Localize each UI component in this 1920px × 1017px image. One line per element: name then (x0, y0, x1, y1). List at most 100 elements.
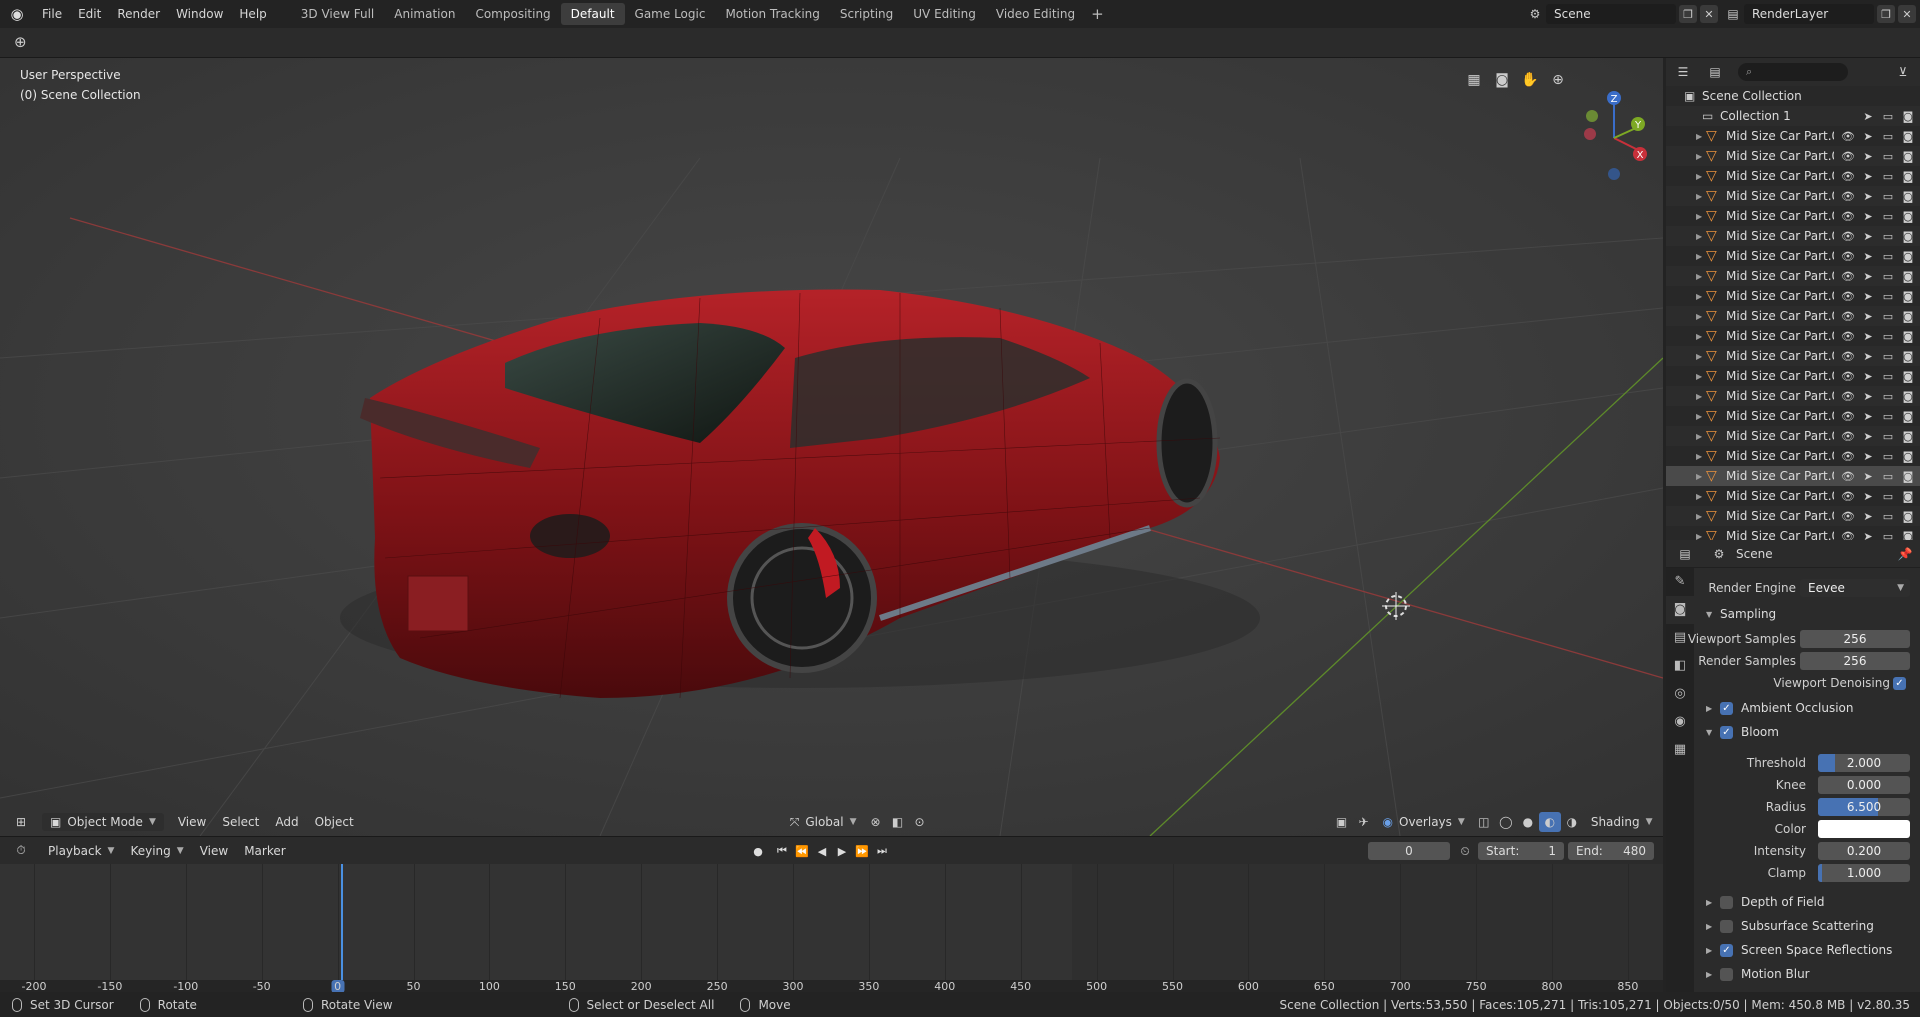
outliner-editor-icon[interactable]: ☰ (1672, 62, 1694, 82)
expand-arrow-icon[interactable]: ▶ (1696, 492, 1706, 501)
viewport-menu-add[interactable]: Add (267, 813, 306, 831)
knee-slider[interactable]: 0.000 (1818, 776, 1910, 794)
render-toggle-icon[interactable]: ◙ (1898, 390, 1918, 403)
visibility-eye-icon[interactable]: 👁 (1838, 430, 1858, 443)
grid-view-icon[interactable]: ▦ (1460, 72, 1488, 94)
visibility-eye-icon[interactable]: 👁 (1838, 370, 1858, 383)
select-toggle-icon[interactable]: ➤ (1858, 130, 1878, 143)
record-icon[interactable]: ● (748, 841, 768, 861)
viewport-samples-field[interactable]: 256 (1800, 630, 1910, 648)
menu-render[interactable]: Render (109, 0, 168, 28)
playhead[interactable] (341, 864, 343, 992)
visibility-eye-icon[interactable]: 👁 (1838, 130, 1858, 143)
expand-arrow-icon[interactable]: ▶ (1696, 292, 1706, 301)
select-toggle-icon[interactable]: ➤ (1858, 450, 1878, 463)
texture-tab-icon[interactable]: ▦ (1666, 736, 1694, 764)
outliner-item[interactable]: ▶▽ Mid Size Car Part.02 👁➤▭◙ (1666, 446, 1920, 466)
zoom-icon[interactable]: ⊕ (1544, 72, 1572, 94)
render-toggle-icon[interactable]: ◙ (1898, 190, 1918, 203)
depth-of-field-panel[interactable]: ▶ Depth of Field (1694, 891, 1920, 913)
tab-default[interactable]: Default (560, 3, 625, 25)
viewport-toggle-icon[interactable]: ▭ (1878, 130, 1898, 143)
visibility-eye-icon[interactable]: 👁 (1838, 150, 1858, 163)
new-scene-icon[interactable]: ❐ (1679, 5, 1697, 23)
outliner-item[interactable]: ▶▽ Mid Size Car Part.00 👁➤▭◙ (1666, 166, 1920, 186)
viewport-menu-view[interactable]: View (170, 813, 214, 831)
render-samples-field[interactable]: 256 (1800, 652, 1910, 670)
tool-tab-icon[interactable]: ✎ (1666, 568, 1694, 596)
visibility-eye-icon[interactable]: 👁 (1838, 230, 1858, 243)
visibility-eye-icon[interactable]: 👁 (1838, 410, 1858, 423)
tab-compositing[interactable]: Compositing (465, 3, 560, 25)
mode-dropdown[interactable]: ▣ Object Mode ▼ (42, 813, 164, 831)
end-frame-field[interactable]: End: 480 (1568, 842, 1654, 860)
visibility-eye-icon[interactable]: 👁 (1838, 510, 1858, 523)
render-toggle-icon[interactable]: ◙ (1898, 430, 1918, 443)
outliner-item[interactable]: ▶▽ Mid Size Car Part.02 👁➤▭◙ (1666, 386, 1920, 406)
tab-motion-tracking[interactable]: Motion Tracking (715, 3, 829, 25)
shading-dropdown[interactable]: Shading ▼ (1583, 813, 1661, 831)
outliner-scene-collection[interactable]: ▣ Scene Collection (1666, 86, 1920, 106)
expand-arrow-icon[interactable]: ▶ (1696, 312, 1706, 321)
play-reverse-icon[interactable]: ◀ (812, 841, 832, 861)
outliner-collection-1[interactable]: ▭ Collection 1 ➤ ▭ ◙ (1666, 106, 1920, 126)
bloom-panel[interactable]: ▼ ✓ Bloom (1694, 721, 1920, 743)
outliner-item[interactable]: ▶▽ Mid Size Car Part.02 👁➤▭◙ (1666, 346, 1920, 366)
scene-tab-icon[interactable]: ◎ (1666, 680, 1694, 708)
3d-viewport[interactable]: Z Y X User Perspective (0) Scene Collect… (0, 58, 1663, 836)
select-toggle-icon[interactable]: ➤ (1858, 470, 1878, 483)
render-toggle-icon[interactable]: ◙ (1898, 230, 1918, 243)
current-frame-field[interactable]: 0 (1368, 842, 1450, 860)
render-toggle-icon[interactable]: ◙ (1898, 110, 1918, 123)
visibility-eye-icon[interactable]: 👁 (1838, 470, 1858, 483)
viewport-toggle-icon[interactable]: ▭ (1878, 170, 1898, 183)
scene-name-field[interactable]: Scene (1546, 4, 1676, 24)
properties-editor-icon[interactable]: ▤ (1674, 544, 1696, 564)
render-toggle-icon[interactable]: ◙ (1898, 170, 1918, 183)
select-toggle-icon[interactable]: ➤ (1858, 510, 1878, 523)
play-icon[interactable]: ▶ (832, 841, 852, 861)
select-toggle-icon[interactable]: ➤ (1858, 310, 1878, 323)
render-layer-field[interactable]: RenderLayer (1744, 4, 1874, 24)
viewport-toggle-icon[interactable]: ▭ (1878, 490, 1898, 503)
outliner-item[interactable]: ▶▽ Mid Size Car Part.02 👁➤▭◙ (1666, 466, 1920, 486)
pan-hand-icon[interactable]: ✋ (1516, 72, 1544, 94)
expand-arrow-icon[interactable]: ▶ (1696, 172, 1706, 181)
outliner-item[interactable]: ▶▽ Mid Size Car Part.01 👁➤▭◙ (1666, 226, 1920, 246)
visibility-eye-icon[interactable]: 👁 (1838, 530, 1858, 541)
solid-shading-icon[interactable]: ● (1517, 812, 1539, 832)
expand-arrow-icon[interactable]: ▶ (1696, 192, 1706, 201)
viewport-menu-select[interactable]: Select (214, 813, 267, 831)
viewport-toggle-icon[interactable]: ▭ (1878, 270, 1898, 283)
timeline-menu-keying[interactable]: Keying ▼ (122, 842, 191, 860)
render-toggle-icon[interactable]: ◙ (1898, 510, 1918, 523)
viewport-toggle-icon[interactable]: ▭ (1878, 450, 1898, 463)
outliner-item[interactable]: ▶▽ Mid Size Car Part.01 👁➤▭◙ (1666, 246, 1920, 266)
expand-arrow-icon[interactable]: ▶ (1696, 512, 1706, 521)
expand-arrow-icon[interactable]: ▶ (1696, 412, 1706, 421)
intensity-slider[interactable]: 0.200 (1818, 842, 1910, 860)
ssr-panel[interactable]: ▶ ✓ Screen Space Reflections (1694, 939, 1920, 961)
select-toggle-icon[interactable]: ➤ (1858, 250, 1878, 263)
visibility-eye-icon[interactable]: 👁 (1838, 190, 1858, 203)
select-toggle-icon[interactable]: ➤ (1858, 110, 1878, 123)
visibility-eye-icon[interactable]: 👁 (1838, 210, 1858, 223)
overlays-dropdown[interactable]: ◉ Overlays ▼ (1375, 813, 1473, 831)
timeline-menu-view[interactable]: View (192, 842, 236, 860)
viewport-toggle-icon[interactable]: ▭ (1878, 210, 1898, 223)
render-toggle-icon[interactable]: ◙ (1898, 370, 1918, 383)
select-toggle-icon[interactable]: ➤ (1858, 170, 1878, 183)
expand-arrow-icon[interactable]: ▶ (1696, 452, 1706, 461)
select-toggle-icon[interactable]: ➤ (1858, 230, 1878, 243)
select-toggle-icon[interactable]: ➤ (1858, 150, 1878, 163)
visibility-eye-icon[interactable]: 👁 (1838, 310, 1858, 323)
viewport-toggle-icon[interactable]: ▭ (1878, 390, 1898, 403)
visibility-eye-icon[interactable]: 👁 (1838, 250, 1858, 263)
scene-selector[interactable]: ⚙ Scene ❐ ✕ (1524, 3, 1718, 25)
tab-scripting[interactable]: Scripting (830, 3, 903, 25)
select-toggle-icon[interactable]: ➤ (1858, 430, 1878, 443)
threshold-slider[interactable]: 2.000 (1818, 754, 1910, 772)
select-toggle-icon[interactable]: ➤ (1858, 530, 1878, 541)
select-toggle-icon[interactable]: ➤ (1858, 190, 1878, 203)
viewport-toggle-icon[interactable]: ▭ (1878, 330, 1898, 343)
